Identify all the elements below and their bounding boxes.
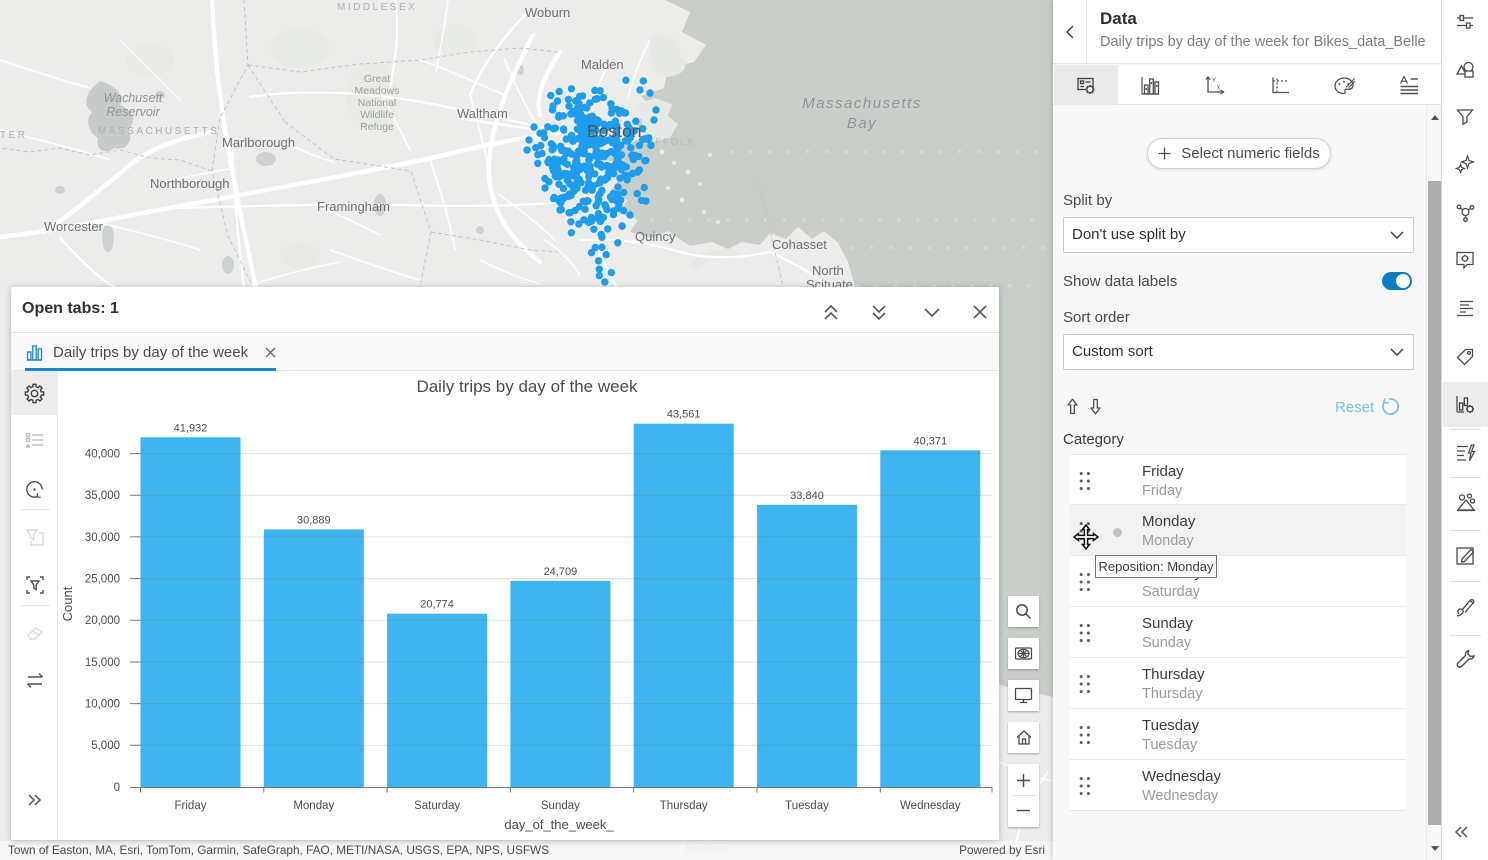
svg-text:30,889: 30,889 — [297, 514, 331, 526]
svg-text:35,000: 35,000 — [85, 490, 120, 502]
svg-text:20,774: 20,774 — [420, 599, 454, 611]
svg-text:MIDDLESEX: MIDDLESEX — [337, 2, 417, 13]
svg-text:20,000: 20,000 — [85, 615, 120, 627]
svg-text:Count: Count — [60, 586, 75, 621]
svg-text:Marlborough: Marlborough — [222, 135, 295, 150]
svg-text:Massachusetts: Massachusetts — [802, 95, 922, 112]
svg-text:Refuge: Refuge — [360, 121, 394, 133]
svg-text:15,000: 15,000 — [85, 657, 120, 669]
svg-text:Worcester: Worcester — [44, 219, 104, 234]
svg-text:TER: TER — [0, 130, 28, 141]
svg-text:Meadows: Meadows — [355, 85, 400, 97]
svg-text:National: National — [358, 97, 397, 109]
svg-text:Cohasset: Cohasset — [772, 237, 827, 252]
svg-text:41,932: 41,932 — [174, 422, 208, 434]
svg-text:10,000: 10,000 — [85, 699, 120, 711]
svg-text:Monday: Monday — [293, 800, 334, 812]
svg-text:Malden: Malden — [581, 57, 624, 72]
svg-text:25,000: 25,000 — [85, 574, 120, 586]
svg-text:Y: Y — [1212, 78, 1216, 84]
svg-text:33,840: 33,840 — [790, 490, 824, 502]
svg-text:40,000: 40,000 — [85, 449, 120, 461]
svg-text:Wachusett: Wachusett — [104, 91, 163, 105]
svg-text:Waltham: Waltham — [457, 106, 508, 121]
svg-text:North: North — [812, 263, 844, 278]
svg-text:40,371: 40,371 — [913, 435, 947, 447]
svg-text:43,561: 43,561 — [667, 409, 701, 421]
svg-text:24,709: 24,709 — [544, 566, 578, 578]
svg-text:0: 0 — [114, 782, 120, 794]
svg-text:day_of_the_week_: day_of_the_week_ — [504, 817, 614, 832]
svg-text:Wildlife: Wildlife — [360, 109, 394, 121]
svg-text:Sunday: Sunday — [541, 800, 580, 812]
svg-text:Tuesday: Tuesday — [785, 800, 829, 812]
svg-text:Woburn: Woburn — [525, 5, 570, 20]
svg-text:Saturday: Saturday — [414, 800, 460, 812]
svg-text:MASSACHUSETTS: MASSACHUSETTS — [98, 126, 219, 137]
svg-text:Bay: Bay — [847, 115, 877, 132]
svg-text:Great: Great — [364, 73, 390, 85]
svg-text:x: x — [1217, 85, 1220, 91]
svg-text:Wednesday: Wednesday — [900, 800, 961, 812]
svg-text:Quincy: Quincy — [635, 229, 676, 244]
svg-text:Northborough: Northborough — [150, 176, 230, 191]
svg-text:Framingham: Framingham — [317, 199, 390, 214]
svg-text:Thursday: Thursday — [660, 800, 708, 812]
svg-text:30,000: 30,000 — [85, 532, 120, 544]
svg-text:Friday: Friday — [175, 800, 207, 812]
svg-text:Daily trips by day of the week: Daily trips by day of the week — [416, 377, 638, 396]
svg-text:Reservoir: Reservoir — [106, 105, 160, 119]
svg-text:Boston: Boston — [587, 121, 641, 141]
svg-text:5,000: 5,000 — [91, 740, 120, 752]
